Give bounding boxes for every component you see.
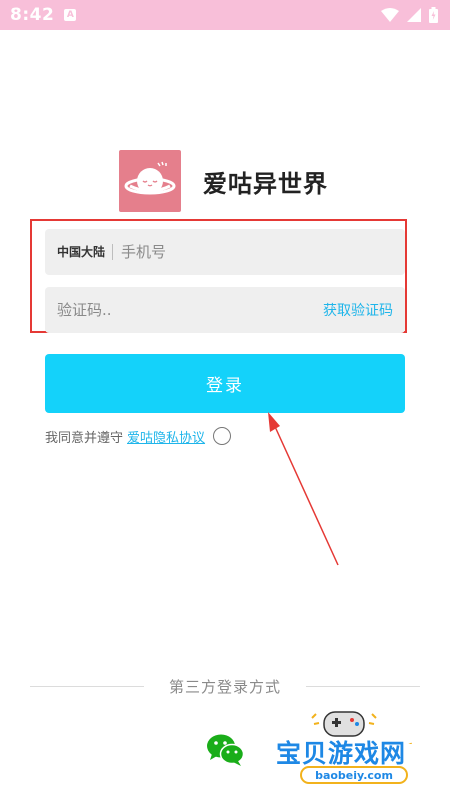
watermark: 宝贝游戏网 baobeiy.com (272, 704, 422, 794)
status-right (381, 7, 438, 23)
notification-icon: A (64, 9, 77, 21)
verification-code-input[interactable] (45, 287, 323, 333)
divider-right (306, 686, 420, 687)
phone-input[interactable] (113, 229, 405, 275)
status-left: 8:42 A (10, 5, 77, 25)
agreement-row: 我同意并遵守 爱咕隐私协议 (45, 425, 232, 447)
wifi-icon (381, 8, 399, 22)
status-bar: 8:42 A (0, 0, 450, 30)
divider-left (30, 686, 144, 687)
privacy-policy-link[interactable]: 爱咕隐私协议 (127, 427, 205, 446)
app-header: 爱咕异世界 (119, 150, 328, 212)
status-time: 8:42 (10, 5, 55, 25)
wechat-icon[interactable] (206, 733, 245, 767)
login-button[interactable]: 登录 (45, 354, 405, 413)
get-code-button[interactable]: 获取验证码 (323, 300, 405, 320)
agreement-prefix: 我同意并遵守 (45, 430, 124, 446)
region-selector[interactable]: 中国大陆 (45, 244, 114, 260)
agreement-checkbox[interactable] (213, 427, 232, 445)
app-name: 爱咕异世界 (203, 169, 328, 198)
phone-field: 中国大陆 (45, 229, 405, 275)
battery-icon (429, 7, 438, 23)
third-party-title: 第三方登录方式 (168, 678, 281, 696)
planet-icon (119, 150, 181, 212)
signal-icon (407, 8, 421, 22)
watermark-url: baobeiy.com (300, 766, 408, 784)
watermark-text: 宝贝游戏网 (276, 739, 407, 768)
verification-code-field: 获取验证码 (45, 287, 405, 333)
